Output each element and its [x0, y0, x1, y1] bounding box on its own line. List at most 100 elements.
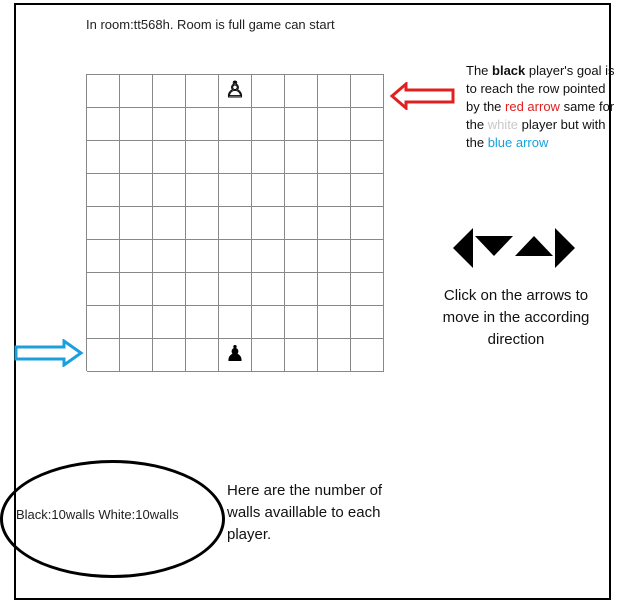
walls-help: Here are the number of walls availlable …: [227, 482, 383, 543]
board-cell[interactable]: [186, 240, 219, 273]
board-cell[interactable]: [285, 273, 318, 306]
board-cell[interactable]: [87, 108, 120, 141]
board-cell[interactable]: [285, 141, 318, 174]
board-cell[interactable]: [318, 273, 351, 306]
board-cell[interactable]: [120, 273, 153, 306]
board-cell[interactable]: [87, 306, 120, 339]
board-cell[interactable]: [186, 273, 219, 306]
board-cell[interactable]: [87, 273, 120, 306]
board-cell[interactable]: [186, 306, 219, 339]
board-cell[interactable]: [120, 108, 153, 141]
board-cell[interactable]: [252, 339, 285, 372]
board-cell[interactable]: [285, 240, 318, 273]
board-cell[interactable]: [120, 240, 153, 273]
board-cell[interactable]: [219, 240, 252, 273]
board-cell[interactable]: [153, 339, 186, 372]
board-cell[interactable]: [318, 108, 351, 141]
board-cell[interactable]: [285, 174, 318, 207]
blue-arrow-icon: [14, 339, 84, 367]
board-cell[interactable]: [186, 75, 219, 108]
board-cell[interactable]: [252, 207, 285, 240]
black-walls: Black:10walls: [16, 507, 95, 522]
board-cell[interactable]: [120, 339, 153, 372]
board-cell[interactable]: [186, 108, 219, 141]
board-cell[interactable]: ♙: [219, 75, 252, 108]
note-text: The: [466, 63, 493, 78]
board-cell[interactable]: [252, 108, 285, 141]
board-cell[interactable]: [186, 174, 219, 207]
white-word: white: [487, 117, 519, 132]
board-cell[interactable]: [186, 141, 219, 174]
down-arrow-button[interactable]: [475, 236, 513, 256]
board-cell[interactable]: [219, 108, 252, 141]
board-cell[interactable]: [351, 141, 384, 174]
board-cell[interactable]: [153, 306, 186, 339]
board-cell[interactable]: [252, 75, 285, 108]
board-cell[interactable]: [153, 273, 186, 306]
board-cell[interactable]: [186, 207, 219, 240]
board-cell[interactable]: [120, 174, 153, 207]
board-cell[interactable]: [252, 306, 285, 339]
white-pawn-icon: ♙: [225, 78, 246, 103]
board-cell[interactable]: [285, 207, 318, 240]
board-cell[interactable]: [219, 273, 252, 306]
board-cell[interactable]: [351, 75, 384, 108]
board-cell[interactable]: [252, 141, 285, 174]
board-cell[interactable]: [318, 75, 351, 108]
board-cell[interactable]: [219, 174, 252, 207]
board-cell[interactable]: [219, 207, 252, 240]
board-cell[interactable]: [87, 141, 120, 174]
board-cell[interactable]: [351, 174, 384, 207]
board-cell[interactable]: [318, 306, 351, 339]
board-cell[interactable]: [153, 174, 186, 207]
blue-arrow-text: blue arrow: [487, 135, 549, 150]
board-cell[interactable]: [252, 273, 285, 306]
red-arrow-text: red arrow: [505, 99, 560, 114]
board-cell[interactable]: [153, 207, 186, 240]
board-cell[interactable]: ♟: [219, 339, 252, 372]
board-cell[interactable]: [351, 306, 384, 339]
goal-note: The black player's goal is to reach the …: [466, 62, 616, 152]
board-cell[interactable]: [285, 339, 318, 372]
board-cell[interactable]: [318, 240, 351, 273]
board-cell[interactable]: [285, 108, 318, 141]
board-cell[interactable]: [153, 108, 186, 141]
direction-controls: [453, 228, 575, 268]
board-cell[interactable]: [87, 75, 120, 108]
board-cell[interactable]: [219, 141, 252, 174]
board-cell[interactable]: [87, 339, 120, 372]
board-cell[interactable]: [87, 240, 120, 273]
board-cell[interactable]: [120, 75, 153, 108]
board-cell[interactable]: [153, 75, 186, 108]
board-cell[interactable]: [120, 306, 153, 339]
walls-status: Black:10walls White:10walls: [16, 507, 179, 522]
red-arrow-icon: [390, 82, 455, 110]
up-arrow-button[interactable]: [515, 236, 553, 256]
board-cell[interactable]: [120, 141, 153, 174]
board-cell[interactable]: [318, 339, 351, 372]
board-cell[interactable]: [351, 273, 384, 306]
board-cell[interactable]: [252, 240, 285, 273]
black-pawn-icon: ♟: [225, 342, 245, 367]
board-cell[interactable]: [219, 306, 252, 339]
board-cell[interactable]: [318, 174, 351, 207]
board-cell[interactable]: [351, 339, 384, 372]
board-cell[interactable]: [318, 207, 351, 240]
left-arrow-button[interactable]: [453, 228, 473, 268]
board-cell[interactable]: [252, 174, 285, 207]
black-word: black: [492, 63, 526, 78]
board-cell[interactable]: [87, 207, 120, 240]
board-cell[interactable]: [186, 339, 219, 372]
board-cell[interactable]: [87, 174, 120, 207]
board-cell[interactable]: [351, 207, 384, 240]
board-cell[interactable]: [153, 240, 186, 273]
board-cell[interactable]: [285, 306, 318, 339]
right-arrow-button[interactable]: [555, 228, 575, 268]
board-cell[interactable]: [318, 141, 351, 174]
room-status: In room:tt568h. Room is full game can st…: [86, 17, 335, 32]
board-cell[interactable]: [120, 207, 153, 240]
board-cell[interactable]: [351, 240, 384, 273]
board-cell[interactable]: [285, 75, 318, 108]
board-cell[interactable]: [351, 108, 384, 141]
board-cell[interactable]: [153, 141, 186, 174]
